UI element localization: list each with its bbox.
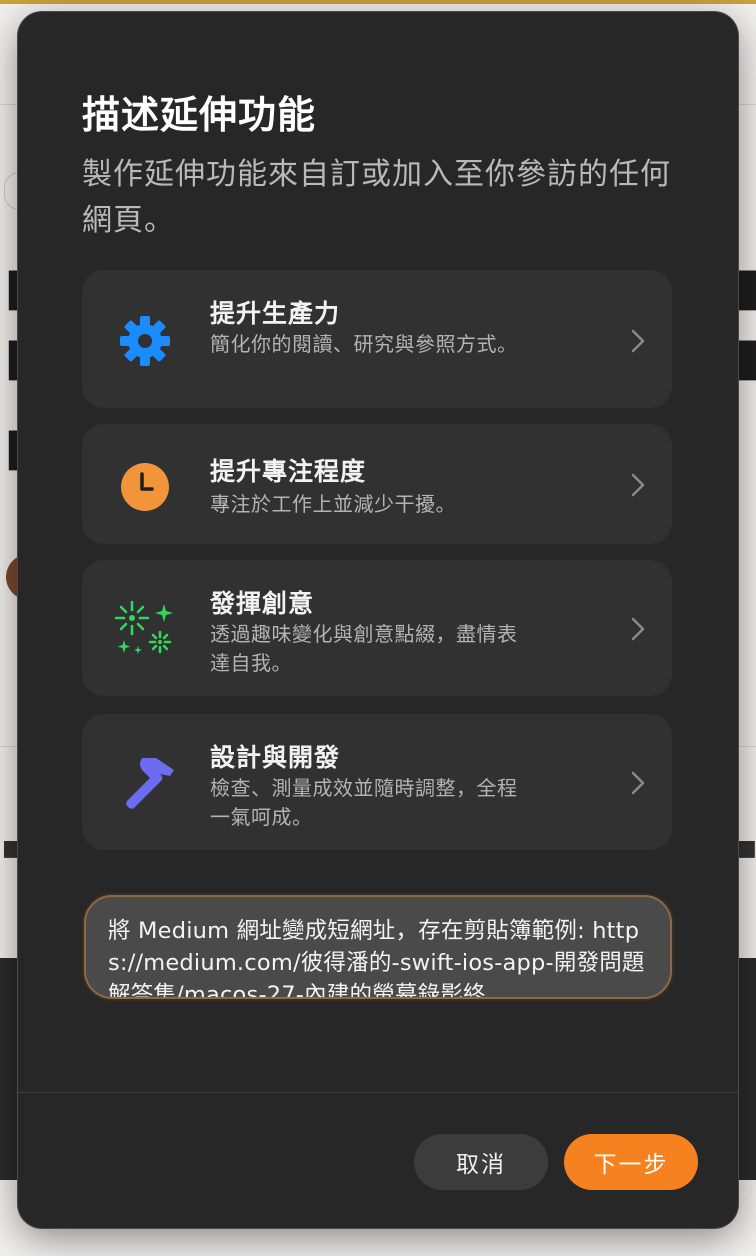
clock-icon — [121, 463, 169, 511]
card-title: 設計與開發 — [210, 743, 341, 772]
sparkles-icon — [114, 600, 173, 654]
card-title: 發揮創意 — [210, 589, 315, 618]
category-card-design-development[interactable]: 設計與開發 檢查、測量成效並隨時調整，全程一氣呵成。 — [82, 714, 672, 850]
extension-description-input[interactable]: 將 Medium 網址變成短網址，存在剪貼簿範例: https://medium… — [84, 895, 672, 999]
card-description: 檢查、測量成效並隨時調整，全程一氣呵成。 — [210, 776, 518, 829]
extension-description-text[interactable]: 將 Medium 網址變成短網址，存在剪貼簿範例: https://medium… — [108, 915, 648, 997]
describe-extension-dialog: 描述延伸功能 製作延伸功能來自訂或加入至你參訪的任何網頁。 提升生產力 簡化你的… — [18, 12, 738, 1228]
dialog-subtitle: 製作延伸功能來自訂或加入至你參訪的任何網頁。 — [82, 157, 671, 238]
card-title: 提升生產力 — [210, 299, 341, 328]
cancel-button[interactable]: 取消 — [414, 1134, 548, 1190]
gear-icon — [120, 316, 170, 366]
background-text-fragment: ■ — [736, 836, 756, 861]
hammer-icon — [126, 758, 174, 809]
chevron-right-icon — [631, 771, 645, 795]
card-description: 簡化你的閱讀、研究與參照方式。 — [210, 332, 518, 356]
category-card-focus[interactable]: 提升專注程度 專注於工作上並減少干擾。 — [82, 424, 672, 544]
category-card-productivity[interactable]: 提升生產力 簡化你的閱讀、研究與參照方式。 — [82, 270, 672, 408]
chevron-right-icon — [631, 617, 645, 641]
card-title: 提升專注程度 — [210, 457, 367, 486]
background-media-block — [736, 958, 756, 1180]
category-card-creativity[interactable]: 發揮創意 透過趣味變化與創意點綴，盡情表達自我。 — [82, 560, 672, 696]
next-button[interactable]: 下一步 — [564, 1134, 698, 1190]
chevron-right-icon — [631, 329, 645, 353]
card-description: 透過趣味變化與創意點綴，盡情表達自我。 — [210, 622, 518, 675]
card-description: 專注於工作上並減少干擾。 — [210, 492, 456, 516]
background-media-block — [0, 958, 20, 1180]
dialog-title: 描述延伸功能 — [82, 93, 317, 137]
footer-divider — [18, 1092, 738, 1093]
chevron-right-icon — [631, 473, 645, 497]
